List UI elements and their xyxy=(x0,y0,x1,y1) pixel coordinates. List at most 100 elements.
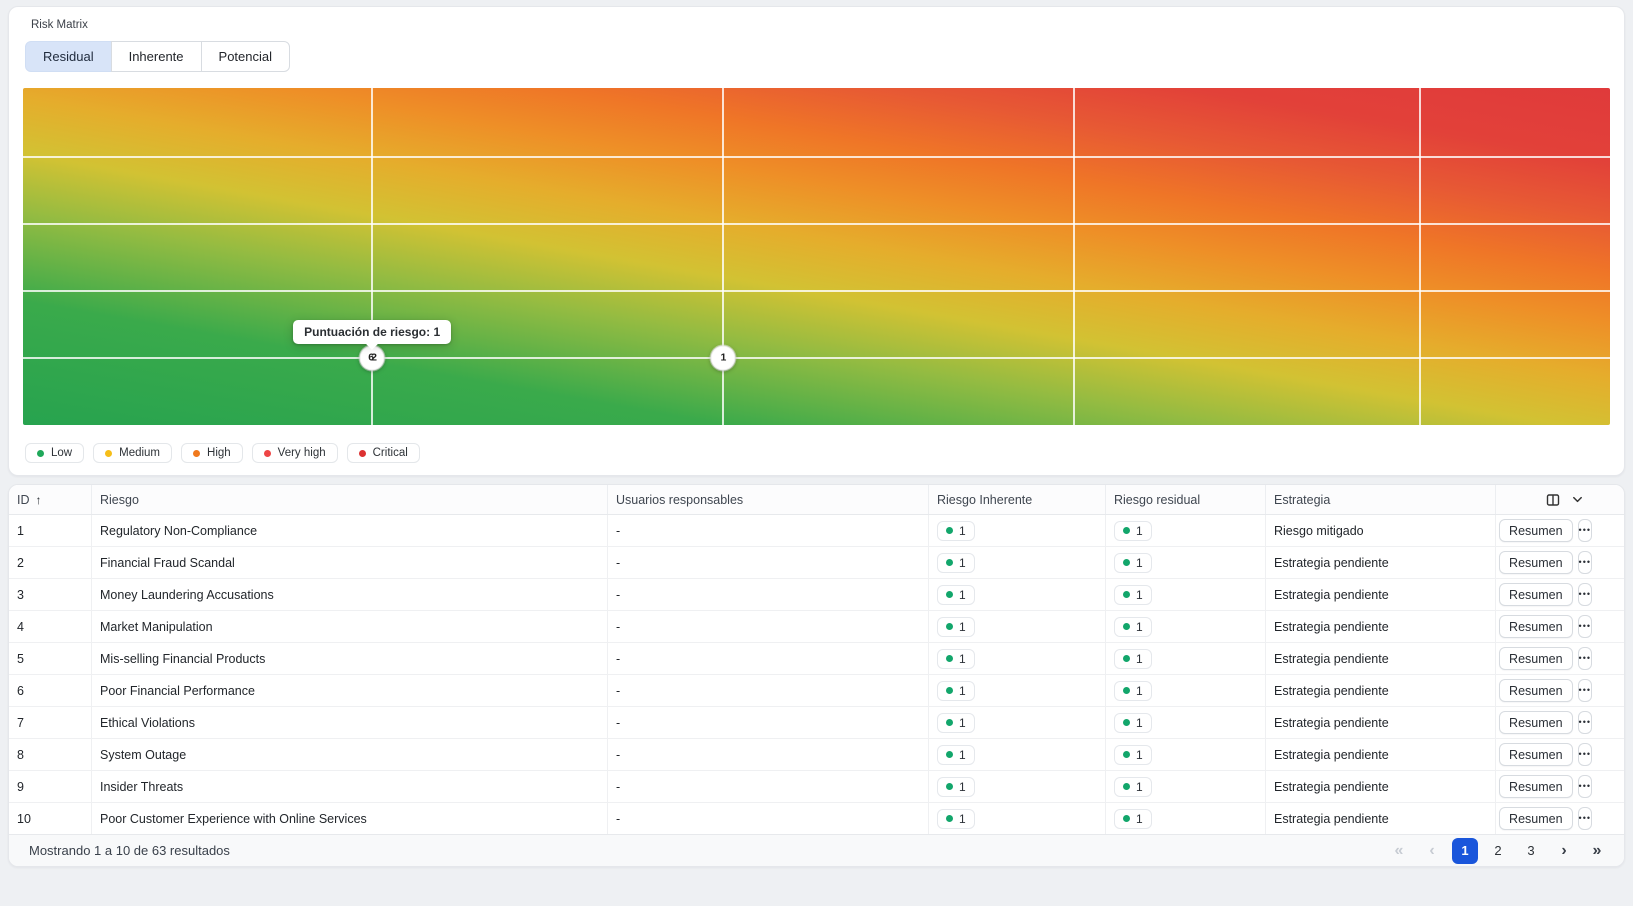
cell-riesgo-residual: 1 xyxy=(1106,515,1266,546)
cell-riesgo-inherente: 1 xyxy=(929,611,1106,642)
cell-usuarios: - xyxy=(608,739,929,770)
risk-badge: 1 xyxy=(1114,713,1152,733)
cell-riesgo-residual: 1 xyxy=(1106,579,1266,610)
badge-value: 1 xyxy=(1136,620,1143,634)
badge-value: 1 xyxy=(959,588,966,602)
columns-icon[interactable] xyxy=(1545,492,1561,508)
table-row: 3 Money Laundering Accusations - 1 1 Est… xyxy=(9,579,1624,611)
column-header-riesgo[interactable]: Riesgo xyxy=(92,485,608,514)
column-header-usuarios[interactable]: Usuarios responsables xyxy=(608,485,929,514)
row-more-button[interactable]: ••• xyxy=(1578,583,1592,606)
legend-chip[interactable]: Medium xyxy=(93,443,172,463)
legend-label: Low xyxy=(51,447,72,459)
pagination-page-button[interactable]: 3 xyxy=(1518,838,1544,864)
risk-point-count: 1 xyxy=(720,352,723,364)
cell-usuarios: - xyxy=(608,675,929,706)
pagination-last-button[interactable]: » xyxy=(1584,838,1610,864)
row-more-button[interactable]: ••• xyxy=(1578,647,1592,670)
cell-id: 6 xyxy=(9,675,92,706)
row-more-button[interactable]: ••• xyxy=(1578,551,1592,574)
tab-inherente[interactable]: Inherente xyxy=(111,41,202,72)
green-dot-icon xyxy=(946,719,953,726)
resumen-button[interactable]: Resumen xyxy=(1499,711,1573,734)
risk-point[interactable]: 1 xyxy=(710,345,735,370)
green-dot-icon xyxy=(1123,527,1130,534)
legend-dot-icon xyxy=(193,450,200,457)
badge-value: 1 xyxy=(1136,684,1143,698)
resumen-button[interactable]: Resumen xyxy=(1499,519,1573,542)
column-header-residual[interactable]: Riesgo residual xyxy=(1106,485,1266,514)
table-body: 1 Regulatory Non-Compliance - 1 1 Riesgo… xyxy=(9,515,1624,834)
matrix-tabs: ResidualInherentePotencial xyxy=(25,41,290,72)
row-more-button[interactable]: ••• xyxy=(1578,519,1592,542)
cell-actions: Resumen ••• xyxy=(1496,643,1624,674)
risk-badge: 1 xyxy=(937,521,975,541)
legend-chip[interactable]: Low xyxy=(25,443,84,463)
table-row: 4 Market Manipulation - 1 1 Estrategia p… xyxy=(9,611,1624,643)
resumen-button[interactable]: Resumen xyxy=(1499,551,1573,574)
pagination-prev-button[interactable]: ‹ xyxy=(1419,838,1445,864)
badge-value: 1 xyxy=(959,812,966,826)
risk-badge: 1 xyxy=(1114,521,1152,541)
chevron-down-icon[interactable] xyxy=(1571,493,1584,506)
matrix-gridline-vertical xyxy=(1419,88,1421,425)
pagination-page-button[interactable]: 1 xyxy=(1452,838,1478,864)
cell-usuarios: - xyxy=(608,771,929,802)
risk-badge: 1 xyxy=(1114,649,1152,669)
row-more-button[interactable]: ••• xyxy=(1578,775,1592,798)
cell-id: 5 xyxy=(9,643,92,674)
tab-residual[interactable]: Residual xyxy=(25,41,112,72)
badge-value: 1 xyxy=(959,780,966,794)
sort-asc-icon[interactable]: ↑ xyxy=(36,493,42,507)
resumen-button[interactable]: Resumen xyxy=(1499,743,1573,766)
row-more-button[interactable]: ••• xyxy=(1578,615,1592,638)
risk-matrix-chart[interactable]: Puntuación de riesgo: 1 621 xyxy=(23,88,1610,425)
cell-id: 3 xyxy=(9,579,92,610)
legend-chip[interactable]: High xyxy=(181,443,243,463)
cell-riesgo: Insider Threats xyxy=(92,771,608,802)
legend-chip[interactable]: Critical xyxy=(347,443,420,463)
resumen-button[interactable]: Resumen xyxy=(1499,775,1573,798)
cell-riesgo-inherente: 1 xyxy=(929,803,1106,834)
row-more-button[interactable]: ••• xyxy=(1578,807,1592,830)
cell-id: 9 xyxy=(9,771,92,802)
legend-dot-icon xyxy=(264,450,271,457)
resumen-button[interactable]: Resumen xyxy=(1499,807,1573,830)
green-dot-icon xyxy=(1123,687,1130,694)
pagination-next-button[interactable]: › xyxy=(1551,838,1577,864)
badge-value: 1 xyxy=(959,524,966,538)
table-footer: Mostrando 1 a 10 de 63 resultados « ‹ 12… xyxy=(9,834,1624,866)
row-more-button[interactable]: ••• xyxy=(1578,711,1592,734)
cell-estrategia: Estrategia pendiente xyxy=(1266,579,1496,610)
column-header-id[interactable]: ID ↑ xyxy=(9,485,92,514)
green-dot-icon xyxy=(946,559,953,566)
column-header-actions[interactable] xyxy=(1496,485,1624,514)
green-dot-icon xyxy=(946,527,953,534)
resumen-button[interactable]: Resumen xyxy=(1499,679,1573,702)
matrix-gridline-vertical xyxy=(371,88,373,425)
row-more-button[interactable]: ••• xyxy=(1578,679,1592,702)
resumen-button[interactable]: Resumen xyxy=(1499,583,1573,606)
cell-actions: Resumen ••• xyxy=(1496,515,1624,546)
risk-badge: 1 xyxy=(937,553,975,573)
green-dot-icon xyxy=(946,623,953,630)
cell-id: 7 xyxy=(9,707,92,738)
row-more-button[interactable]: ••• xyxy=(1578,743,1592,766)
resumen-button[interactable]: Resumen xyxy=(1499,615,1573,638)
cell-estrategia: Estrategia pendiente xyxy=(1266,803,1496,834)
pagination-pages: 123 xyxy=(1452,838,1544,864)
pagination-page-button[interactable]: 2 xyxy=(1485,838,1511,864)
column-header-inherente[interactable]: Riesgo Inherente xyxy=(929,485,1106,514)
pagination-first-button[interactable]: « xyxy=(1386,838,1412,864)
cell-id: 4 xyxy=(9,611,92,642)
risk-badge: 1 xyxy=(1114,681,1152,701)
risk-badge: 1 xyxy=(1114,809,1152,829)
legend-chip[interactable]: Very high xyxy=(252,443,338,463)
cell-riesgo: Market Manipulation xyxy=(92,611,608,642)
tab-potencial[interactable]: Potencial xyxy=(201,41,290,72)
column-header-estrategia[interactable]: Estrategia xyxy=(1266,485,1496,514)
cell-riesgo: Mis-selling Financial Products xyxy=(92,643,608,674)
resumen-button[interactable]: Resumen xyxy=(1499,647,1573,670)
legend-label: High xyxy=(207,447,231,459)
risk-badge: 1 xyxy=(1114,777,1152,797)
